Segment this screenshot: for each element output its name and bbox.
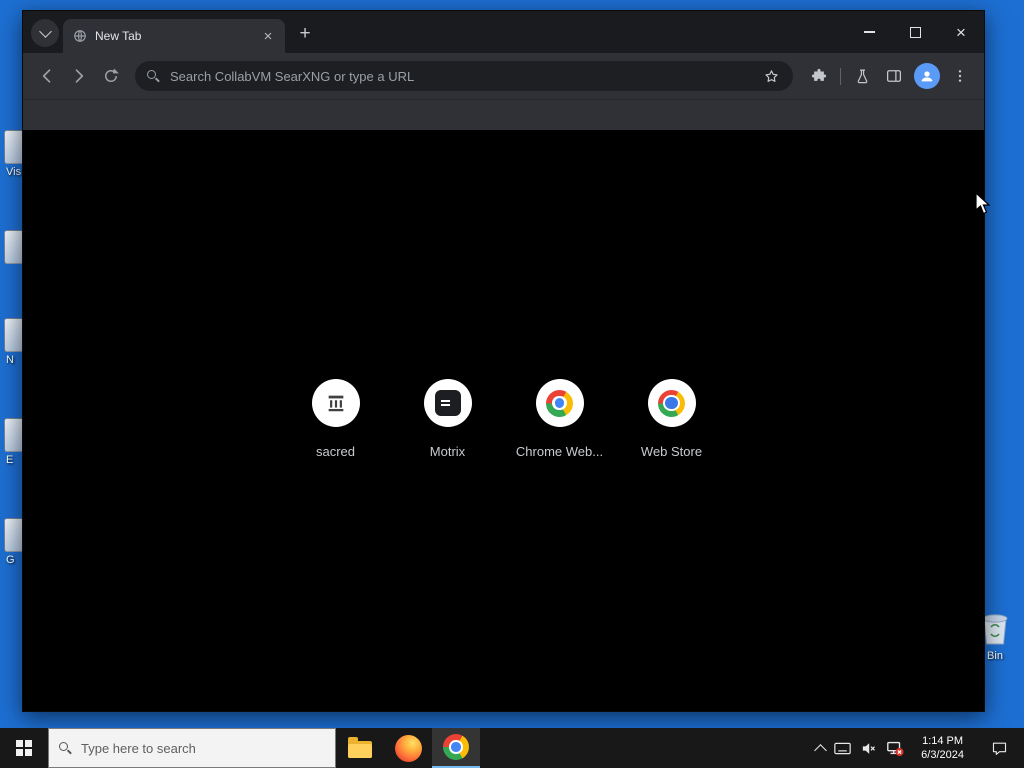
kebab-menu-icon [958,70,962,82]
desktop: Vis N E G Bin New Tab × + × Search Colla… [0,0,1024,768]
touch-keyboard-button[interactable] [834,742,851,755]
new-tab-page: sacred Motrix Chrome Web... Web Store [23,130,984,711]
search-icon [147,70,159,82]
reload-icon [105,68,119,82]
shortcut-label: Web Store [640,444,703,459]
back-button[interactable] [31,60,63,92]
bank-icon [328,395,343,412]
minimize-button[interactable] [846,11,892,53]
side-panel-icon [886,70,902,82]
clock-time: 1:14 PM [922,735,964,747]
shortcut-label: Motrix [429,444,466,459]
web-store-icon [658,389,685,417]
action-center-icon [992,742,1007,755]
back-icon [42,69,51,83]
chrome-icon [443,734,469,760]
reload-button[interactable] [95,60,127,92]
browser-window: New Tab × + × Search CollabVM SearXNG or… [22,10,985,712]
globe-favicon-icon [74,30,86,42]
taskbar-search[interactable] [48,728,336,768]
taskbar-clock[interactable]: 1:14 PM 6/3/2024 [913,734,972,762]
desktop-icon-label: E [6,454,14,466]
labs-button[interactable] [847,61,877,91]
tab-search-button[interactable] [31,19,59,47]
shortcut-label: Chrome Web... [515,444,604,459]
chevron-up-icon [814,743,828,757]
shortcut-label: sacred [315,444,356,459]
search-icon [59,742,71,754]
taskbar-search-input[interactable] [79,739,325,757]
side-panel-button[interactable] [879,61,909,91]
recycle-bin-label: Bin [987,650,1003,662]
motrix-icon [434,390,461,416]
minimize-icon [863,31,875,33]
browser-menu-button[interactable] [945,61,975,91]
close-window-button[interactable]: × [938,11,984,53]
bookmark-star-button[interactable] [760,65,782,87]
puzzle-icon [811,68,827,81]
shortcut-web-store[interactable]: Web Store [616,379,728,459]
bookmarks-bar [23,99,984,130]
shortcut-chrome-web-store[interactable]: Chrome Web... [504,379,616,459]
tab-close-button[interactable]: × [259,27,277,45]
shortcut-motrix[interactable]: Motrix [392,379,504,459]
keyboard-icon [834,742,851,754]
file-explorer-button[interactable] [336,728,384,768]
volume-muted-icon [863,742,876,754]
desktop-icon-label: N [6,354,14,366]
firefox-button[interactable] [384,728,432,768]
shortcut-icon-circle [423,379,472,427]
system-tray: 1:14 PM 6/3/2024 [814,728,1024,768]
toolbar-divider [840,67,841,85]
network-disconnected-icon [887,741,904,757]
windows-logo-icon [16,740,32,756]
extensions-button[interactable] [804,61,834,91]
address-input[interactable] [168,67,759,85]
maximize-button[interactable] [892,11,938,53]
window-controls: × [846,11,984,53]
taskbar: 1:14 PM 6/3/2024 [0,728,1024,768]
chrome-logo-icon [546,389,573,417]
desktop-icon-label: G [6,554,15,566]
forward-icon [75,69,84,83]
firefox-icon [394,734,422,762]
shortcut-icon-circle [311,379,360,427]
shortcut-row: sacred Motrix Chrome Web... Web Store [23,379,984,459]
address-bar[interactable] [135,61,793,91]
desktop-icon-label: Vis [6,166,22,178]
star-icon [764,69,778,82]
shortcut-icon-circle [647,379,696,427]
chrome-button[interactable] [432,728,480,768]
new-tab-button[interactable]: + [291,19,319,47]
tray-overflow-button[interactable] [814,742,828,757]
clock-date: 6/3/2024 [921,749,964,761]
chevron-down-icon [38,25,52,38]
tab-title: New Tab [95,29,142,43]
tab-new-tab[interactable]: New Tab × [63,19,285,53]
beaker-icon [857,69,867,83]
folder-icon [348,737,372,758]
network-button[interactable] [886,739,904,757]
person-icon [921,71,933,82]
browser-titlebar: New Tab × + × [23,11,984,53]
profile-avatar[interactable] [914,63,940,89]
browser-toolbar [23,53,984,99]
volume-button[interactable] [860,740,877,757]
action-center-button[interactable] [981,740,1018,757]
forward-button[interactable] [63,60,95,92]
shortcut-sacred[interactable]: sacred [280,379,392,459]
shortcut-icon-circle [535,379,584,427]
maximize-icon [909,26,921,38]
start-button[interactable] [0,728,48,768]
